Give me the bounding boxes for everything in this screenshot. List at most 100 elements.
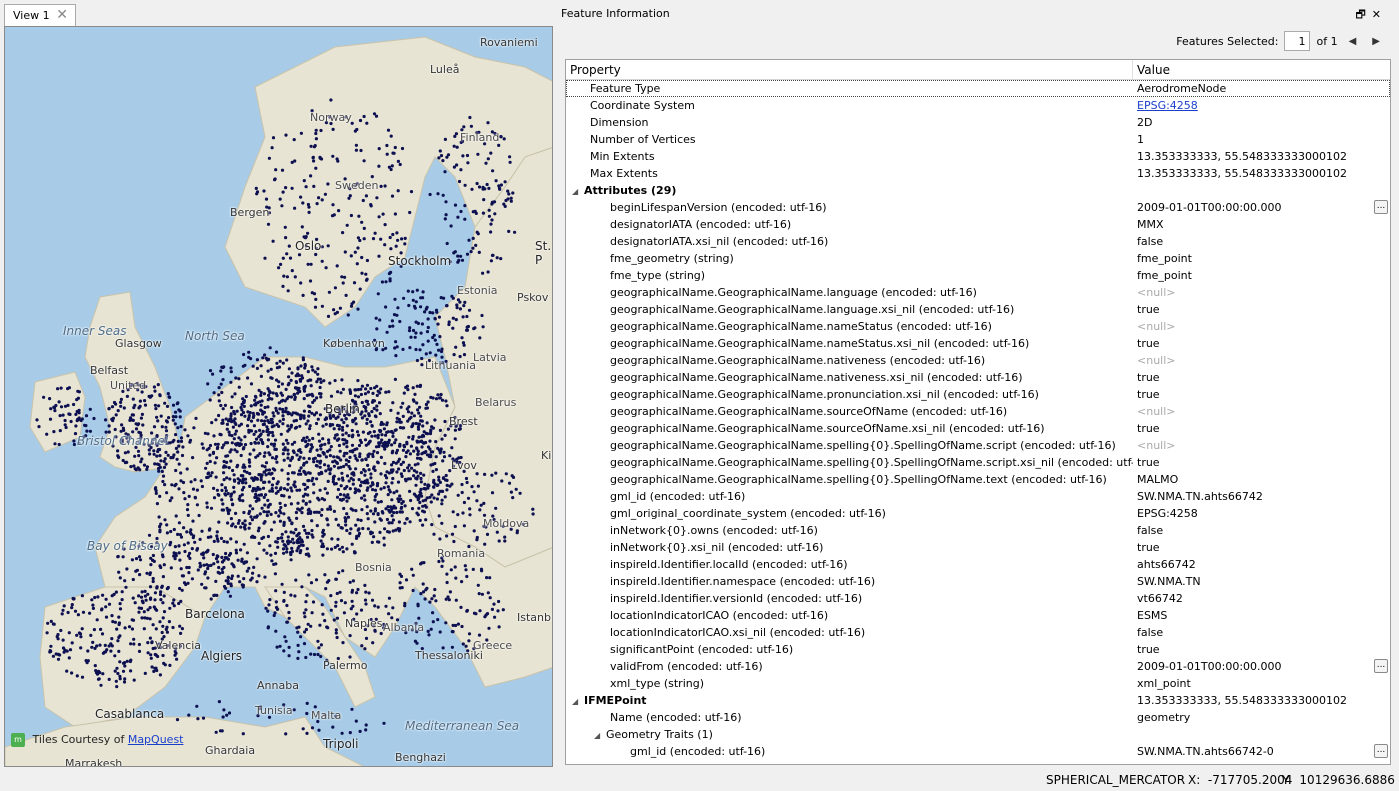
value-cell: <null> <box>1133 318 1390 335</box>
map-label: Berlin <box>325 402 360 416</box>
header-property[interactable]: Property <box>566 60 1133 79</box>
table-row[interactable]: geographicalName.GeographicalName.langua… <box>566 284 1390 301</box>
value-cell: true <box>1133 641 1390 658</box>
map-label: Malta <box>311 709 342 722</box>
property-cell: locationIndicatorICAO (encoded: utf-16) <box>566 607 1133 624</box>
prev-feature-icon[interactable]: ◀ <box>1344 36 1362 47</box>
table-row[interactable]: Feature Type AerodromeNode <box>566 80 1390 97</box>
property-name: geographicalName.GeographicalName.spelli… <box>610 439 1116 452</box>
table-row[interactable]: Number of Vertices 1 <box>566 131 1390 148</box>
table-row[interactable]: geographicalName.GeographicalName.source… <box>566 403 1390 420</box>
table-row[interactable]: beginLifespanVersion (encoded: utf-16) 20… <box>566 199 1390 216</box>
table-row[interactable]: gml_original_coordinate_system (encoded:… <box>566 505 1390 522</box>
tab-view-1[interactable]: View 1 ✕ <box>4 4 76 26</box>
map-label: Belfast <box>90 364 129 377</box>
table-row[interactable]: inspireId.Identifier.namespace (encoded:… <box>566 573 1390 590</box>
table-row[interactable]: inspireId.Identifier.localId (encoded: u… <box>566 556 1390 573</box>
property-value: AerodromeNode <box>1137 82 1227 95</box>
property-name: geographicalName.GeographicalName.spelli… <box>610 473 1107 486</box>
property-cell: inNetwork{0}.owns (encoded: utf-16) <box>566 522 1133 539</box>
table-row[interactable]: Max Extents 13.353333333, 55.548333333000… <box>566 165 1390 182</box>
close-panel-icon[interactable]: ✕ <box>1372 8 1387 21</box>
property-name: Coordinate System <box>590 99 695 112</box>
table-row[interactable]: geographicalName.GeographicalName.spelli… <box>566 471 1390 488</box>
property-value: MMX <box>1137 218 1164 231</box>
property-cell: geographicalName.GeographicalName.nameSt… <box>566 335 1133 352</box>
table-row[interactable]: designatorIATA (encoded: utf-16) MMX <box>566 216 1390 233</box>
y-coordinate: Y: 10129636.6886 <box>1282 773 1395 787</box>
table-row[interactable]: geographicalName.GeographicalName.source… <box>566 420 1390 437</box>
map-label: Benghazi <box>395 751 446 764</box>
next-feature-icon[interactable]: ▶ <box>1367 36 1385 47</box>
table-row[interactable]: inspireId.Identifier.versionId (encoded:… <box>566 590 1390 607</box>
map-label: Glasgow <box>115 337 162 350</box>
property-value: <null> <box>1137 439 1176 452</box>
float-panel-icon[interactable]: 🗗 <box>1355 8 1371 21</box>
map-label: Finland <box>460 131 500 144</box>
ellipsis-button[interactable]: ... <box>1374 744 1388 758</box>
table-row[interactable]: designatorIATA.xsi_nil (encoded: utf-16)… <box>566 233 1390 250</box>
table-row[interactable]: geographicalName.GeographicalName.nameSt… <box>566 318 1390 335</box>
table-row[interactable]: Min Extents 13.353333333, 55.548333333000… <box>566 148 1390 165</box>
table-row[interactable]: ◢ Geometry Traits (1) <box>566 726 1390 743</box>
map-label: Tunisia <box>255 704 293 717</box>
value-cell: true <box>1133 335 1390 352</box>
table-row[interactable]: inNetwork{0}.xsi_nil (encoded: utf-16) tr… <box>566 539 1390 556</box>
ellipsis-button[interactable]: ... <box>1374 659 1388 673</box>
table-row[interactable]: fme_geometry (string) fme_point <box>566 250 1390 267</box>
map-label: Stockholm <box>388 254 452 268</box>
value-cell: <null> <box>1133 403 1390 420</box>
table-row[interactable]: locationIndicatorICAO (encoded: utf-16) E… <box>566 607 1390 624</box>
map-label: Naples <box>345 617 383 630</box>
property-cell: inspireId.Identifier.versionId (encoded:… <box>566 590 1133 607</box>
expand-arrow-icon[interactable]: ◢ <box>594 727 606 743</box>
y-label: Y: <box>1282 773 1292 787</box>
table-row[interactable]: geographicalName.GeographicalName.native… <box>566 369 1390 386</box>
table-row[interactable]: xml_type (string) xml_point <box>566 675 1390 692</box>
table-row[interactable]: geographicalName.GeographicalName.spelli… <box>566 454 1390 471</box>
table-row[interactable]: fme_type (string) fme_point <box>566 267 1390 284</box>
table-row[interactable]: Name (encoded: utf-16) geometry <box>566 709 1390 726</box>
close-icon[interactable]: ✕ <box>56 7 68 23</box>
expand-arrow-icon[interactable]: ◢ <box>572 183 584 199</box>
features-selected-input[interactable]: 1 <box>1284 31 1311 51</box>
table-row[interactable]: ◢ IFMEPoint 13.353333333, 55.5483333330001… <box>566 692 1390 709</box>
table-row[interactable]: geographicalName.GeographicalName.pronun… <box>566 386 1390 403</box>
header-value[interactable]: Value <box>1133 60 1390 79</box>
table-row[interactable]: significantPoint (encoded: utf-16) true <box>566 641 1390 658</box>
property-value: xml_point <box>1137 677 1191 690</box>
map-attribution: m Tiles Courtesy of MapQuest <box>11 733 183 749</box>
property-value: 13.353333333, 55.548333333000102 <box>1137 167 1347 180</box>
features-total: of 1 <box>1316 34 1338 48</box>
table-row[interactable]: ◢ Attributes (29) <box>566 182 1390 199</box>
ellipsis-button[interactable]: ... <box>1374 200 1388 214</box>
map-label: Rovaniemi <box>480 36 538 49</box>
table-row[interactable]: Dimension 2D <box>566 114 1390 131</box>
table-row[interactable]: geographicalName.GeographicalName.langua… <box>566 301 1390 318</box>
value-cell: SW.NMA.TN.ahts66742-0 <box>1133 743 1390 760</box>
table-row[interactable]: Coordinate System EPSG:4258 <box>566 97 1390 114</box>
property-value: 13.353333333, 55.548333333000102 <box>1137 150 1347 163</box>
value-cell: true <box>1133 454 1390 471</box>
value-cell: true <box>1133 386 1390 403</box>
table-row[interactable]: geographicalName.GeographicalName.spelli… <box>566 437 1390 454</box>
map-label: United <box>110 379 147 392</box>
property-cell: designatorIATA (encoded: utf-16) <box>566 216 1133 233</box>
table-row[interactable]: locationIndicatorICAO.xsi_nil (encoded: … <box>566 624 1390 641</box>
expand-arrow-icon[interactable]: ◢ <box>572 693 584 709</box>
value-cell: <null> <box>1133 352 1390 369</box>
mapquest-link[interactable]: MapQuest <box>128 733 184 746</box>
map-label: Bristol Channel <box>77 434 169 448</box>
table-row[interactable]: geographicalName.GeographicalName.nameSt… <box>566 335 1390 352</box>
map-canvas[interactable]: Rovaniemi Luleå Norway Finland Sweden Bergen O… <box>4 26 553 767</box>
value-cell: geometry <box>1133 709 1390 726</box>
property-name: designatorIATA.xsi_nil (encoded: utf-16) <box>610 235 829 248</box>
table-row[interactable]: gml_id (encoded: utf-16) SW.NMA.TN.ahts66… <box>566 743 1390 760</box>
table-row[interactable]: inNetwork{0}.owns (encoded: utf-16) false <box>566 522 1390 539</box>
table-row[interactable]: validFrom (encoded: utf-16) 2009-01-01T00… <box>566 658 1390 675</box>
value-cell: fme_point <box>1133 250 1390 267</box>
value-link[interactable]: EPSG:4258 <box>1137 99 1198 112</box>
table-row[interactable]: gml_id (encoded: utf-16) SW.NMA.TN.ahts66… <box>566 488 1390 505</box>
property-value: 2D <box>1137 116 1153 129</box>
table-row[interactable]: geographicalName.GeographicalName.native… <box>566 352 1390 369</box>
